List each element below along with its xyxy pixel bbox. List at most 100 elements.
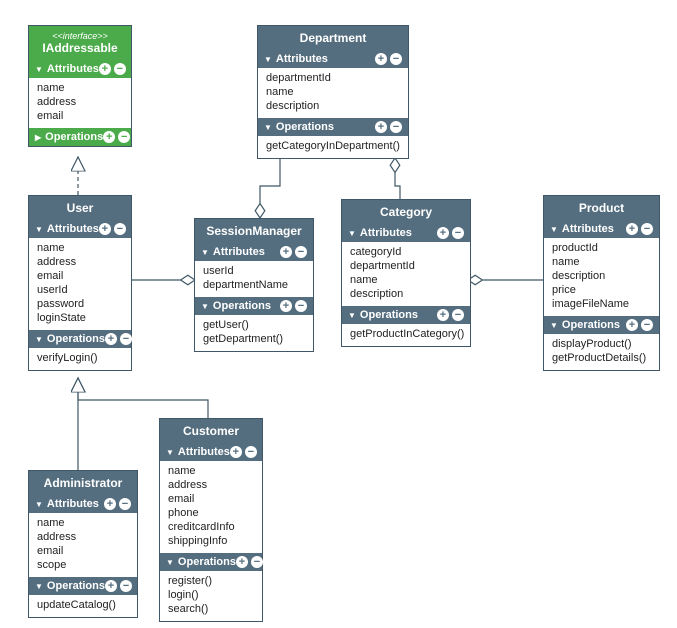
operations-header[interactable]: ▼Operations +− xyxy=(258,118,408,136)
class-name: Administrator xyxy=(44,476,123,490)
add-icon[interactable]: + xyxy=(626,223,638,235)
add-icon[interactable]: + xyxy=(437,227,449,239)
add-icon[interactable]: + xyxy=(280,246,292,258)
class-title: User xyxy=(29,196,131,220)
add-icon[interactable]: + xyxy=(236,556,248,568)
operations-header[interactable]: ▼ Operations +− xyxy=(29,330,131,348)
list-item: departmentId xyxy=(350,259,462,273)
operations-header[interactable]: ▶Operations +− xyxy=(29,128,131,146)
collapse-icon: ▼ xyxy=(550,225,558,234)
add-icon[interactable]: + xyxy=(375,121,387,133)
add-icon[interactable]: + xyxy=(437,309,449,321)
list-item: departmentId xyxy=(266,71,400,85)
list-item: creditcardInfo xyxy=(168,520,254,534)
class-customer[interactable]: Customer ▼Attributes +− name address ema… xyxy=(159,418,263,622)
attributes-label: Attributes xyxy=(47,63,99,75)
add-icon[interactable]: + xyxy=(105,333,117,345)
remove-icon[interactable]: − xyxy=(390,121,402,133)
list-item: userId xyxy=(203,264,305,278)
collapse-icon: ▼ xyxy=(348,311,356,320)
attributes-header[interactable]: ▼Attributes +− xyxy=(195,243,313,261)
class-name: Product xyxy=(579,201,624,215)
attributes-header[interactable]: ▼Attributes +− xyxy=(544,220,659,238)
add-icon[interactable]: + xyxy=(230,446,242,458)
operations-header[interactable]: ▼Operations +− xyxy=(342,306,470,324)
list-item: address xyxy=(37,95,123,109)
operations-header[interactable]: ▼Operations +− xyxy=(160,553,262,571)
class-category[interactable]: Category ▼Attributes +− categoryId depar… xyxy=(341,199,471,347)
operations-list: displayProduct() getProductDetails() xyxy=(544,334,659,370)
list-item: name xyxy=(266,85,400,99)
remove-icon[interactable]: − xyxy=(452,309,464,321)
remove-icon[interactable]: − xyxy=(452,227,464,239)
operations-header[interactable]: ▼Operations +− xyxy=(544,316,659,334)
list-item: categoryId xyxy=(350,245,462,259)
add-icon[interactable]: + xyxy=(99,63,111,75)
remove-icon[interactable]: − xyxy=(295,246,307,258)
list-item: name xyxy=(37,241,123,255)
list-item: login() xyxy=(168,588,254,602)
operations-label: Operations xyxy=(47,580,105,592)
add-icon[interactable]: + xyxy=(99,223,111,235)
add-icon[interactable]: + xyxy=(105,580,117,592)
attributes-list: name address email phone creditcardInfo … xyxy=(160,461,262,553)
class-product[interactable]: Product ▼Attributes +− productId name de… xyxy=(543,195,660,371)
add-icon[interactable]: + xyxy=(280,300,292,312)
attributes-list: name address email xyxy=(29,78,131,128)
list-item: getProductDetails() xyxy=(552,351,651,365)
operations-label: Operations xyxy=(276,121,334,133)
operations-header[interactable]: ▼Operations +− xyxy=(29,577,137,595)
remove-icon[interactable]: − xyxy=(120,333,132,345)
attributes-label: Attributes xyxy=(213,246,265,258)
class-sessionmanager[interactable]: SessionManager ▼Attributes +− userId dep… xyxy=(194,218,314,352)
operations-header[interactable]: ▼Operations +− xyxy=(195,297,313,315)
list-item: address xyxy=(37,530,129,544)
attributes-header[interactable]: ▼Attributes +− xyxy=(342,224,470,242)
attributes-label: Attributes xyxy=(178,446,230,458)
add-icon[interactable]: + xyxy=(375,53,387,65)
operations-list: updateCatalog() xyxy=(29,595,137,617)
add-icon[interactable]: + xyxy=(626,319,638,331)
attributes-list: categoryId departmentId name description xyxy=(342,242,470,306)
attributes-header[interactable]: ▼Attributes +− xyxy=(160,443,262,461)
remove-icon[interactable]: − xyxy=(251,556,263,568)
list-item: updateCatalog() xyxy=(37,598,129,612)
remove-icon[interactable]: − xyxy=(119,498,131,510)
list-item: name xyxy=(168,464,254,478)
add-icon[interactable]: + xyxy=(104,498,116,510)
remove-icon[interactable]: − xyxy=(114,63,126,75)
operations-label: Operations xyxy=(47,333,105,345)
list-item: name xyxy=(350,273,462,287)
list-item: address xyxy=(37,255,123,269)
remove-icon[interactable]: − xyxy=(114,223,126,235)
collapse-icon: ▼ xyxy=(35,500,43,509)
attributes-list: name address email userId password login… xyxy=(29,238,131,330)
remove-icon[interactable]: − xyxy=(120,580,132,592)
remove-icon[interactable]: − xyxy=(641,223,653,235)
stereotype: <<interface>> xyxy=(33,31,127,41)
remove-icon[interactable]: − xyxy=(641,319,653,331)
remove-icon[interactable]: − xyxy=(390,53,402,65)
attributes-header[interactable]: ▼Attributes +− xyxy=(29,495,137,513)
list-item: search() xyxy=(168,602,254,616)
remove-icon[interactable]: − xyxy=(295,300,307,312)
class-name: User xyxy=(67,201,94,215)
attributes-header[interactable]: ▼Attributes +− xyxy=(29,220,131,238)
collapse-icon: ▼ xyxy=(348,229,356,238)
class-iaddressable[interactable]: <<interface>> IAddressable ▼Attributes +… xyxy=(28,25,132,147)
attributes-header[interactable]: ▼ Attributes +− xyxy=(29,60,131,78)
remove-icon[interactable]: − xyxy=(118,131,130,143)
class-department[interactable]: Department ▼Attributes +− departmentId n… xyxy=(257,25,409,159)
collapse-icon: ▼ xyxy=(35,335,43,344)
list-item: loginState xyxy=(37,311,123,325)
list-item: getDepartment() xyxy=(203,332,305,346)
add-icon[interactable]: + xyxy=(103,131,115,143)
class-administrator[interactable]: Administrator ▼Attributes +− name addres… xyxy=(28,470,138,618)
attributes-list: productId name description price imageFi… xyxy=(544,238,659,316)
class-name: SessionManager xyxy=(206,224,301,238)
class-user[interactable]: User ▼Attributes +− name address email u… xyxy=(28,195,132,371)
remove-icon[interactable]: − xyxy=(245,446,257,458)
collapse-icon: ▼ xyxy=(35,65,43,74)
list-item: scope xyxy=(37,558,129,572)
attributes-header[interactable]: ▼Attributes +− xyxy=(258,50,408,68)
